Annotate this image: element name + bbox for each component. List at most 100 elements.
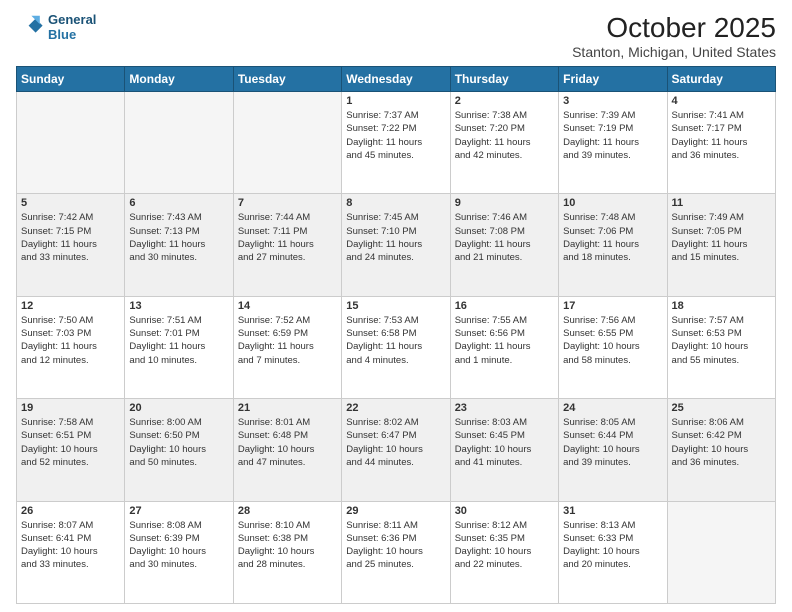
logo: General Blue bbox=[16, 12, 96, 42]
day-info: Sunrise: 8:13 AM Sunset: 6:33 PM Dayligh… bbox=[563, 519, 662, 572]
day-number: 31 bbox=[563, 505, 662, 517]
day-number: 9 bbox=[455, 197, 554, 209]
calendar-cell: 19Sunrise: 7:58 AM Sunset: 6:51 PM Dayli… bbox=[17, 399, 125, 501]
day-info: Sunrise: 7:38 AM Sunset: 7:20 PM Dayligh… bbox=[455, 109, 554, 162]
calendar-cell bbox=[17, 92, 125, 194]
day-info: Sunrise: 7:57 AM Sunset: 6:53 PM Dayligh… bbox=[672, 314, 771, 367]
logo-text: General Blue bbox=[48, 12, 96, 42]
day-info: Sunrise: 7:55 AM Sunset: 6:56 PM Dayligh… bbox=[455, 314, 554, 367]
calendar-cell: 5Sunrise: 7:42 AM Sunset: 7:15 PM Daylig… bbox=[17, 194, 125, 296]
calendar-cell: 8 Sunrise: 7:45 AM Sunset: 7:10 PM Daylig… bbox=[342, 194, 450, 296]
day-info: Sunrise: 8:01 AM Sunset: 6:48 PM Dayligh… bbox=[238, 416, 337, 469]
day-number: 5 bbox=[21, 197, 120, 209]
calendar-cell: 28 Sunrise: 8:10 AM Sunset: 6:38 PM Dayli… bbox=[233, 501, 341, 603]
day-number: 30 bbox=[455, 505, 554, 517]
day-number: 28 bbox=[238, 505, 337, 517]
day-info: Sunrise: 8:08 AM Sunset: 6:39 PM Dayligh… bbox=[129, 519, 228, 572]
day-info: Sunrise: 8:03 AM Sunset: 6:45 PM Dayligh… bbox=[455, 416, 554, 469]
calendar-cell: 4 Sunrise: 7:41 AM Sunset: 7:17 PM Daylig… bbox=[667, 92, 775, 194]
calendar-cell: 23 Sunrise: 8:03 AM Sunset: 6:45 PM Dayli… bbox=[450, 399, 558, 501]
calendar-week-row: 19Sunrise: 7:58 AM Sunset: 6:51 PM Dayli… bbox=[17, 399, 776, 501]
weekday-header-monday: Monday bbox=[125, 67, 233, 92]
weekday-header-sunday: Sunday bbox=[17, 67, 125, 92]
day-info: Sunrise: 8:05 AM Sunset: 6:44 PM Dayligh… bbox=[563, 416, 662, 469]
calendar-cell: 3 Sunrise: 7:39 AM Sunset: 7:19 PM Daylig… bbox=[559, 92, 667, 194]
day-info: Sunrise: 7:37 AM Sunset: 7:22 PM Dayligh… bbox=[346, 109, 445, 162]
calendar-cell: 22 Sunrise: 8:02 AM Sunset: 6:47 PM Dayli… bbox=[342, 399, 450, 501]
day-info: Sunrise: 7:44 AM Sunset: 7:11 PM Dayligh… bbox=[238, 211, 337, 264]
calendar-week-row: 12 Sunrise: 7:50 AM Sunset: 7:03 PM Dayli… bbox=[17, 296, 776, 398]
weekday-header-saturday: Saturday bbox=[667, 67, 775, 92]
calendar-cell: 26Sunrise: 8:07 AM Sunset: 6:41 PM Dayli… bbox=[17, 501, 125, 603]
day-info: Sunrise: 8:00 AM Sunset: 6:50 PM Dayligh… bbox=[129, 416, 228, 469]
day-number: 8 bbox=[346, 197, 445, 209]
day-info: Sunrise: 7:52 AM Sunset: 6:59 PM Dayligh… bbox=[238, 314, 337, 367]
title-block: October 2025 Stanton, Michigan, United S… bbox=[572, 12, 776, 60]
day-info: Sunrise: 7:43 AM Sunset: 7:13 PM Dayligh… bbox=[129, 211, 228, 264]
calendar-cell: 11Sunrise: 7:49 AM Sunset: 7:05 PM Dayli… bbox=[667, 194, 775, 296]
calendar-cell: 16 Sunrise: 7:55 AM Sunset: 6:56 PM Dayli… bbox=[450, 296, 558, 398]
calendar-week-row: 1 Sunrise: 7:37 AM Sunset: 7:22 PM Daylig… bbox=[17, 92, 776, 194]
day-number: 10 bbox=[563, 197, 662, 209]
calendar-cell: 27 Sunrise: 8:08 AM Sunset: 6:39 PM Dayli… bbox=[125, 501, 233, 603]
day-info: Sunrise: 7:41 AM Sunset: 7:17 PM Dayligh… bbox=[672, 109, 771, 162]
calendar-cell: 15 Sunrise: 7:53 AM Sunset: 6:58 PM Dayli… bbox=[342, 296, 450, 398]
calendar-cell: 10 Sunrise: 7:48 AM Sunset: 7:06 PM Dayli… bbox=[559, 194, 667, 296]
day-number: 22 bbox=[346, 402, 445, 414]
calendar-cell: 13Sunrise: 7:51 AM Sunset: 7:01 PM Dayli… bbox=[125, 296, 233, 398]
weekday-header-thursday: Thursday bbox=[450, 67, 558, 92]
day-number: 7 bbox=[238, 197, 337, 209]
day-number: 26 bbox=[21, 505, 120, 517]
weekday-header-row: SundayMondayTuesdayWednesdayThursdayFrid… bbox=[17, 67, 776, 92]
day-number: 12 bbox=[21, 300, 120, 312]
calendar-cell: 12 Sunrise: 7:50 AM Sunset: 7:03 PM Dayli… bbox=[17, 296, 125, 398]
calendar-cell: 31 Sunrise: 8:13 AM Sunset: 6:33 PM Dayli… bbox=[559, 501, 667, 603]
weekday-header-friday: Friday bbox=[559, 67, 667, 92]
day-info: Sunrise: 7:53 AM Sunset: 6:58 PM Dayligh… bbox=[346, 314, 445, 367]
calendar-table: SundayMondayTuesdayWednesdayThursdayFrid… bbox=[16, 66, 776, 604]
day-number: 16 bbox=[455, 300, 554, 312]
calendar-cell: 24 Sunrise: 8:05 AM Sunset: 6:44 PM Dayli… bbox=[559, 399, 667, 501]
day-info: Sunrise: 7:50 AM Sunset: 7:03 PM Dayligh… bbox=[21, 314, 120, 367]
calendar-cell: 7 Sunrise: 7:44 AM Sunset: 7:11 PM Daylig… bbox=[233, 194, 341, 296]
day-info: Sunrise: 7:46 AM Sunset: 7:08 PM Dayligh… bbox=[455, 211, 554, 264]
day-number: 4 bbox=[672, 95, 771, 107]
day-number: 6 bbox=[129, 197, 228, 209]
calendar-week-row: 5Sunrise: 7:42 AM Sunset: 7:15 PM Daylig… bbox=[17, 194, 776, 296]
day-info: Sunrise: 7:45 AM Sunset: 7:10 PM Dayligh… bbox=[346, 211, 445, 264]
calendar-cell: 21Sunrise: 8:01 AM Sunset: 6:48 PM Dayli… bbox=[233, 399, 341, 501]
day-number: 18 bbox=[672, 300, 771, 312]
day-number: 24 bbox=[563, 402, 662, 414]
calendar-cell bbox=[233, 92, 341, 194]
day-number: 1 bbox=[346, 95, 445, 107]
day-number: 23 bbox=[455, 402, 554, 414]
calendar-cell: 30Sunrise: 8:12 AM Sunset: 6:35 PM Dayli… bbox=[450, 501, 558, 603]
calendar-cell: 1 Sunrise: 7:37 AM Sunset: 7:22 PM Daylig… bbox=[342, 92, 450, 194]
day-number: 13 bbox=[129, 300, 228, 312]
calendar-cell bbox=[125, 92, 233, 194]
calendar-cell: 14Sunrise: 7:52 AM Sunset: 6:59 PM Dayli… bbox=[233, 296, 341, 398]
day-info: Sunrise: 8:02 AM Sunset: 6:47 PM Dayligh… bbox=[346, 416, 445, 469]
day-info: Sunrise: 7:48 AM Sunset: 7:06 PM Dayligh… bbox=[563, 211, 662, 264]
day-number: 15 bbox=[346, 300, 445, 312]
header: General Blue October 2025 Stanton, Michi… bbox=[16, 12, 776, 60]
day-number: 3 bbox=[563, 95, 662, 107]
day-info: Sunrise: 7:56 AM Sunset: 6:55 PM Dayligh… bbox=[563, 314, 662, 367]
day-info: Sunrise: 7:49 AM Sunset: 7:05 PM Dayligh… bbox=[672, 211, 771, 264]
calendar-cell: 9 Sunrise: 7:46 AM Sunset: 7:08 PM Daylig… bbox=[450, 194, 558, 296]
weekday-header-wednesday: Wednesday bbox=[342, 67, 450, 92]
calendar-cell bbox=[667, 501, 775, 603]
day-number: 19 bbox=[21, 402, 120, 414]
day-info: Sunrise: 8:10 AM Sunset: 6:38 PM Dayligh… bbox=[238, 519, 337, 572]
logo-icon bbox=[16, 13, 44, 41]
day-number: 27 bbox=[129, 505, 228, 517]
calendar-cell: 18 Sunrise: 7:57 AM Sunset: 6:53 PM Dayli… bbox=[667, 296, 775, 398]
day-number: 25 bbox=[672, 402, 771, 414]
calendar-week-row: 26Sunrise: 8:07 AM Sunset: 6:41 PM Dayli… bbox=[17, 501, 776, 603]
day-info: Sunrise: 8:11 AM Sunset: 6:36 PM Dayligh… bbox=[346, 519, 445, 572]
day-info: Sunrise: 7:39 AM Sunset: 7:19 PM Dayligh… bbox=[563, 109, 662, 162]
day-info: Sunrise: 8:06 AM Sunset: 6:42 PM Dayligh… bbox=[672, 416, 771, 469]
calendar-cell: 2Sunrise: 7:38 AM Sunset: 7:20 PM Daylig… bbox=[450, 92, 558, 194]
location: Stanton, Michigan, United States bbox=[572, 44, 776, 60]
day-number: 29 bbox=[346, 505, 445, 517]
